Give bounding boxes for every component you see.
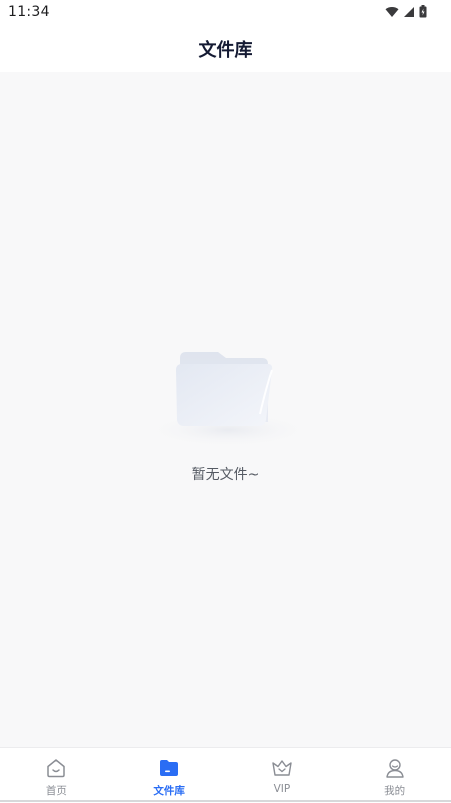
status-icons (385, 5, 427, 18)
cell-signal-icon (404, 6, 414, 17)
person-icon (385, 759, 404, 778)
empty-message: 暂无文件~ (191, 467, 260, 483)
status-time: 11:34 (8, 4, 50, 20)
tab-profile-label: 我的 (384, 785, 406, 797)
tab-profile[interactable]: 我的 (338, 748, 451, 803)
bottom-tab-bar: 首页 文件库 VIP 我的 (0, 747, 451, 803)
wifi-icon (385, 6, 399, 17)
tab-files[interactable]: 文件库 (113, 748, 226, 803)
empty-folder-illustration (142, 352, 314, 448)
home-icon (47, 759, 66, 778)
battery-icon (419, 5, 427, 18)
status-bar: 11:34 (0, 0, 451, 26)
page-title: 文件库 (198, 40, 253, 61)
tab-vip-label: VIP (273, 783, 291, 795)
page-header: 文件库 (0, 26, 451, 72)
empty-state: 暂无文件~ (0, 330, 451, 490)
folder-icon (160, 760, 179, 776)
tab-home[interactable]: 首页 (0, 748, 113, 803)
tab-files-label: 文件库 (153, 785, 185, 797)
crown-icon (272, 760, 292, 776)
tab-home-label: 首页 (45, 785, 67, 797)
tab-vip[interactable]: VIP (226, 748, 339, 803)
